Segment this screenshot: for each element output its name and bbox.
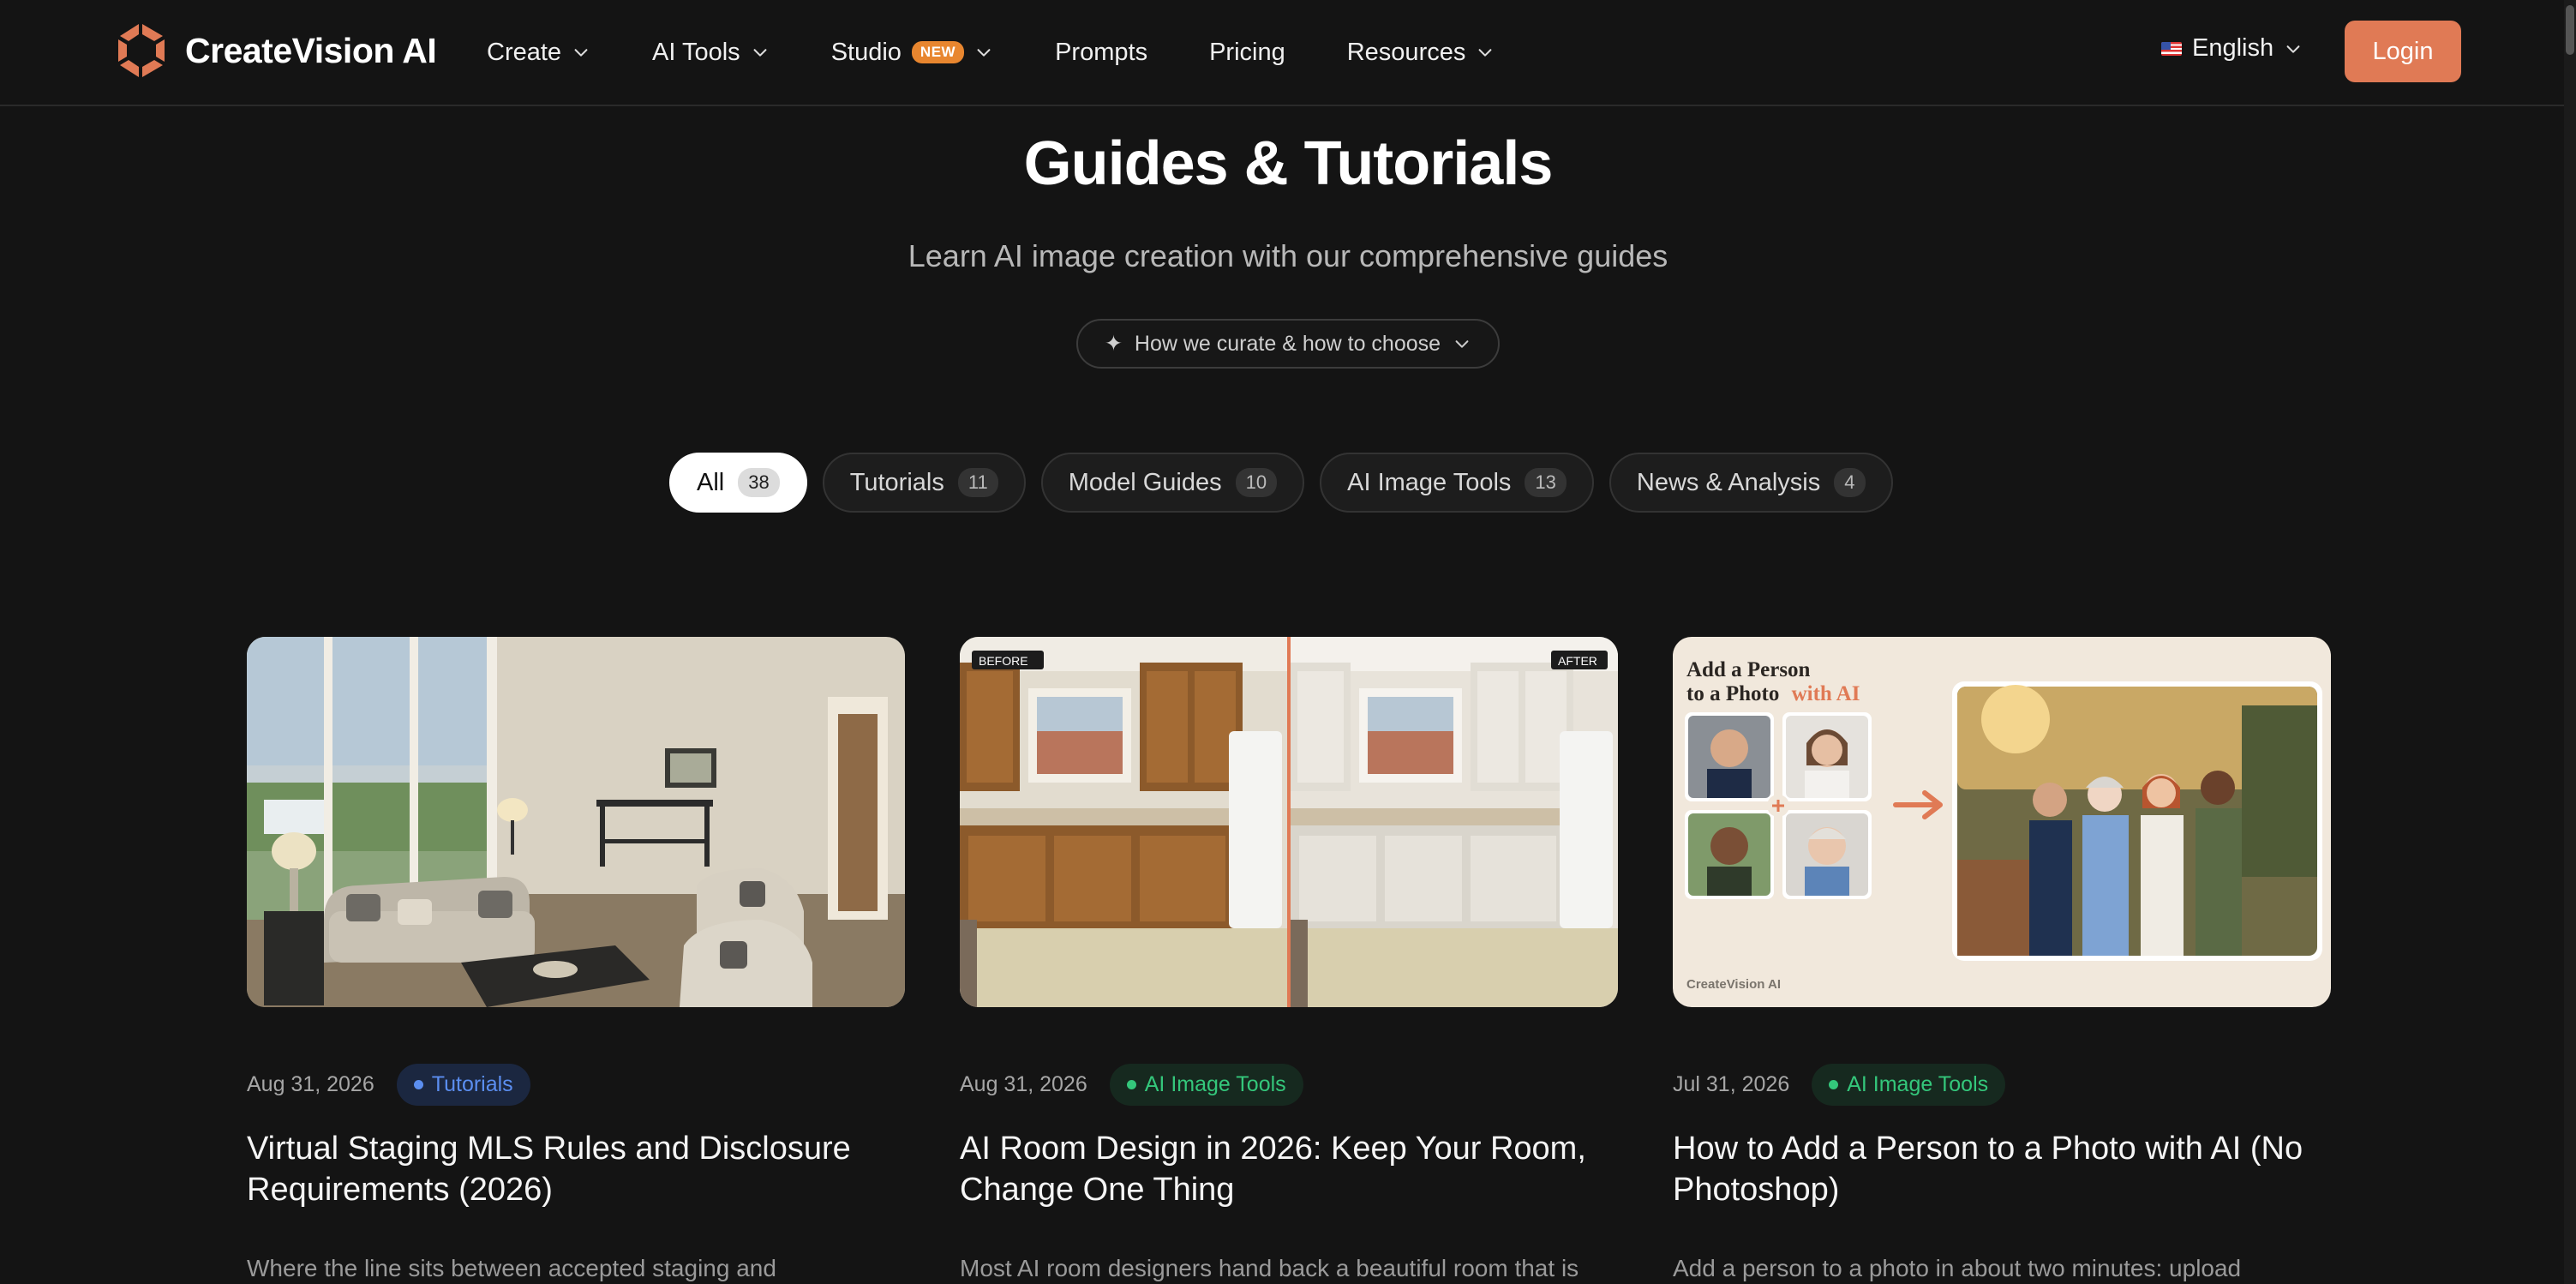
category-tag[interactable]: AI Image Tools: [1109, 1064, 1303, 1106]
svg-text:to a Photo with AI: to a Photo with AI: [1686, 682, 1860, 705]
filter-ai-image-tools[interactable]: AI Image Tools 13: [1320, 453, 1594, 513]
filter-label: All: [697, 468, 725, 496]
add-person-composite-image[interactable]: Add a Person to a Photo with AI CreateVi…: [1673, 637, 2331, 1007]
nav-pricing[interactable]: Pricing: [1209, 39, 1285, 67]
category-tag[interactable]: Tutorials: [396, 1064, 530, 1106]
card-meta: Aug 31, 2026 AI Image Tools: [960, 1064, 1618, 1106]
language-selector[interactable]: English: [2161, 34, 2303, 63]
nav-studio-label: Studio: [830, 38, 902, 66]
card-meta: Aug 31, 2026 Tutorials: [247, 1064, 905, 1106]
filter-model-guides[interactable]: Model Guides 10: [1040, 453, 1305, 513]
page-subtitle: Learn AI image creation with our compreh…: [908, 238, 1668, 273]
after-label: AFTER: [1558, 654, 1597, 668]
nav-pricing-label: Pricing: [1209, 38, 1285, 66]
us-flag-icon: [2161, 41, 2182, 56]
filter-news-analysis[interactable]: News & Analysis 4: [1609, 453, 1893, 513]
curate-label: How we curate & how to choose: [1134, 331, 1441, 356]
thumb-watermark: CreateVision AI: [1686, 977, 1781, 992]
category-filters: All 38 Tutorials 11 Model Guides 10 AI I…: [669, 453, 1893, 513]
publish-date: Jul 31, 2026: [1673, 1072, 1790, 1096]
nav-create[interactable]: Create: [487, 39, 590, 67]
chevron-down-icon: [977, 49, 991, 57]
filter-count: 13: [1525, 468, 1567, 497]
category-tag-label: AI Image Tools: [1144, 1072, 1286, 1096]
nav-studio[interactable]: Studio NEW: [831, 39, 993, 67]
category-tag-label: AI Image Tools: [1847, 1072, 1989, 1096]
category-tag[interactable]: AI Image Tools: [1812, 1064, 2006, 1106]
language-label: English: [2192, 34, 2274, 62]
site-header: CreateVision AI Create AI Tools Studio N…: [0, 0, 2576, 106]
article-excerpt: Add a person to a photo in about two min…: [1673, 1255, 2242, 1281]
card-meta: Jul 31, 2026 AI Image Tools: [1673, 1064, 2331, 1106]
article-excerpt: Where the line sits between accepted sta…: [247, 1255, 776, 1281]
before-label: BEFORE: [979, 654, 1028, 668]
main-nav: Create AI Tools Studio NEW Prompts Prici…: [487, 0, 1556, 105]
staged-living-room-image[interactable]: [247, 637, 905, 1007]
hexagon-logo-icon: [115, 22, 170, 79]
filter-count: 10: [1235, 468, 1278, 497]
article-card[interactable]: BEFORE AFTER Aug 31, 2026 AI Image Tools…: [960, 637, 1618, 1284]
category-tag-label: Tutorials: [431, 1072, 513, 1096]
nav-resources[interactable]: Resources: [1347, 39, 1495, 67]
publish-date: Aug 31, 2026: [960, 1072, 1087, 1096]
nav-prompts-label: Prompts: [1055, 38, 1148, 66]
thumb-heading-2: to a Photo: [1686, 682, 1779, 705]
article-title[interactable]: AI Room Design in 2026: Keep Your Room, …: [960, 1128, 1618, 1210]
kitchen-before-after-image[interactable]: BEFORE AFTER: [960, 637, 1618, 1007]
sparkle-icon: ✦: [1104, 332, 1123, 356]
dot-icon: [413, 1080, 423, 1089]
article-card[interactable]: Aug 31, 2026 Tutorials Virtual Staging M…: [247, 637, 905, 1284]
filter-label: AI Image Tools: [1347, 468, 1512, 496]
chevron-down-icon: [1455, 340, 1469, 348]
article-excerpt: Most AI room designers hand back a beaut…: [960, 1255, 1579, 1281]
filter-count: 11: [957, 468, 998, 497]
thumb-heading-1: Add a Person: [1686, 658, 1811, 681]
article-title[interactable]: Virtual Staging MLS Rules and Disclosure…: [247, 1128, 905, 1210]
login-button[interactable]: Login: [2345, 21, 2461, 82]
nav-create-label: Create: [487, 38, 562, 66]
nav-ai-tools[interactable]: AI Tools: [652, 39, 770, 67]
dot-icon: [1829, 1080, 1839, 1089]
filter-label: Model Guides: [1068, 468, 1222, 496]
dot-icon: [1126, 1080, 1136, 1089]
nav-resources-label: Resources: [1346, 38, 1466, 66]
new-badge: NEW: [911, 41, 965, 63]
curate-info-toggle[interactable]: ✦ How we curate & how to choose: [1076, 319, 1500, 369]
page-title: Guides & Tutorials: [1023, 129, 1554, 198]
chevron-down-icon: [2286, 45, 2300, 53]
thumb-heading-accent: with AI: [1792, 682, 1860, 705]
chevron-down-icon: [574, 49, 588, 57]
nav-prompts[interactable]: Prompts: [1055, 39, 1147, 67]
article-card[interactable]: Add a Person to a Photo with AI CreateVi…: [1673, 637, 2331, 1284]
chevron-down-icon: [753, 49, 767, 57]
brand-logo[interactable]: CreateVision AI: [115, 22, 437, 79]
filter-label: Tutorials: [849, 468, 944, 496]
nav-ai-tools-label: AI Tools: [652, 38, 740, 66]
publish-date: Aug 31, 2026: [247, 1072, 374, 1096]
filter-count: 4: [1834, 468, 1866, 497]
chevron-down-icon: [1478, 49, 1492, 57]
filter-tutorials[interactable]: Tutorials 11: [822, 453, 1026, 513]
brand-name: CreateVision AI: [185, 30, 437, 70]
filter-count: 38: [738, 468, 780, 497]
scrollbar-thumb[interactable]: [2566, 5, 2574, 55]
filter-label: News & Analysis: [1636, 468, 1821, 496]
filter-all[interactable]: All 38: [669, 453, 807, 513]
article-title[interactable]: How to Add a Person to a Photo with AI (…: [1673, 1128, 2331, 1210]
